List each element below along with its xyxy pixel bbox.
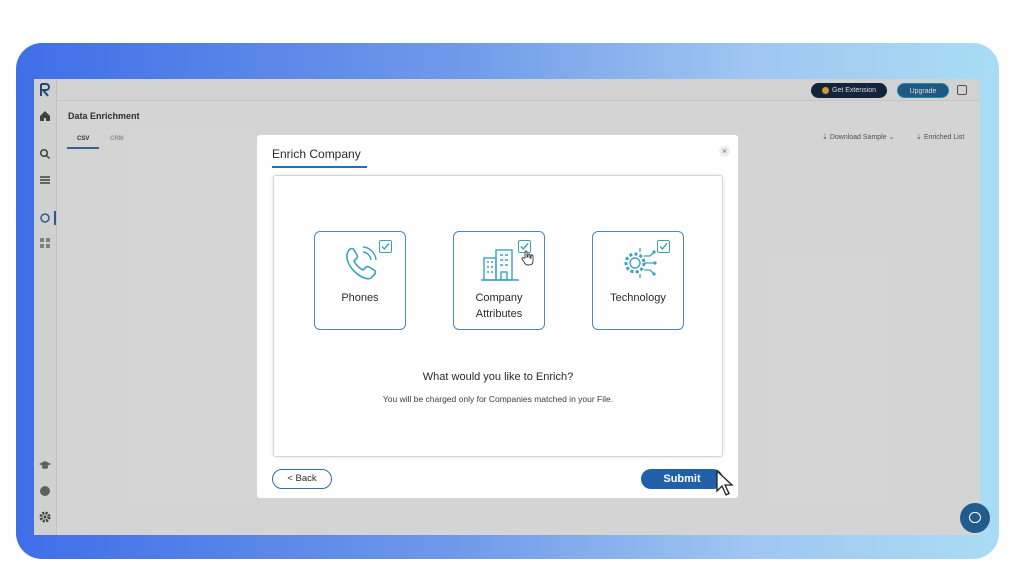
technology-gear-icon: [619, 244, 659, 282]
option-card-company-attributes[interactable]: Company Attributes: [453, 231, 545, 330]
chat-button[interactable]: [960, 503, 990, 533]
charge-note: You will be charged only for Companies m…: [382, 394, 614, 404]
modal-title: Enrich Company: [272, 147, 361, 161]
modal-body: Phones Company Attributes Technology Wha…: [273, 175, 723, 457]
arrow-cursor-icon: [715, 469, 735, 497]
option-card-phones[interactable]: Phones: [314, 231, 406, 330]
building-icon: [480, 244, 520, 282]
modal-title-underline: [272, 166, 367, 168]
technology-label: Technology: [610, 292, 666, 304]
close-icon[interactable]: ×: [719, 146, 730, 157]
enrich-question: What would you like to Enrich?: [422, 371, 574, 383]
hand-cursor-icon: [521, 250, 535, 266]
phone-icon: [341, 244, 381, 282]
enrich-company-modal: Enrich Company × Phones Company Attribut…: [257, 135, 738, 498]
company-attributes-label-line2: Attributes: [475, 308, 523, 320]
phones-label: Phones: [341, 292, 379, 304]
back-button[interactable]: < Back: [272, 469, 332, 489]
chat-icon: [969, 512, 981, 523]
submit-button[interactable]: Submit: [641, 469, 723, 489]
company-attributes-label-line1: Company: [475, 292, 523, 304]
option-card-technology[interactable]: Technology: [592, 231, 684, 330]
